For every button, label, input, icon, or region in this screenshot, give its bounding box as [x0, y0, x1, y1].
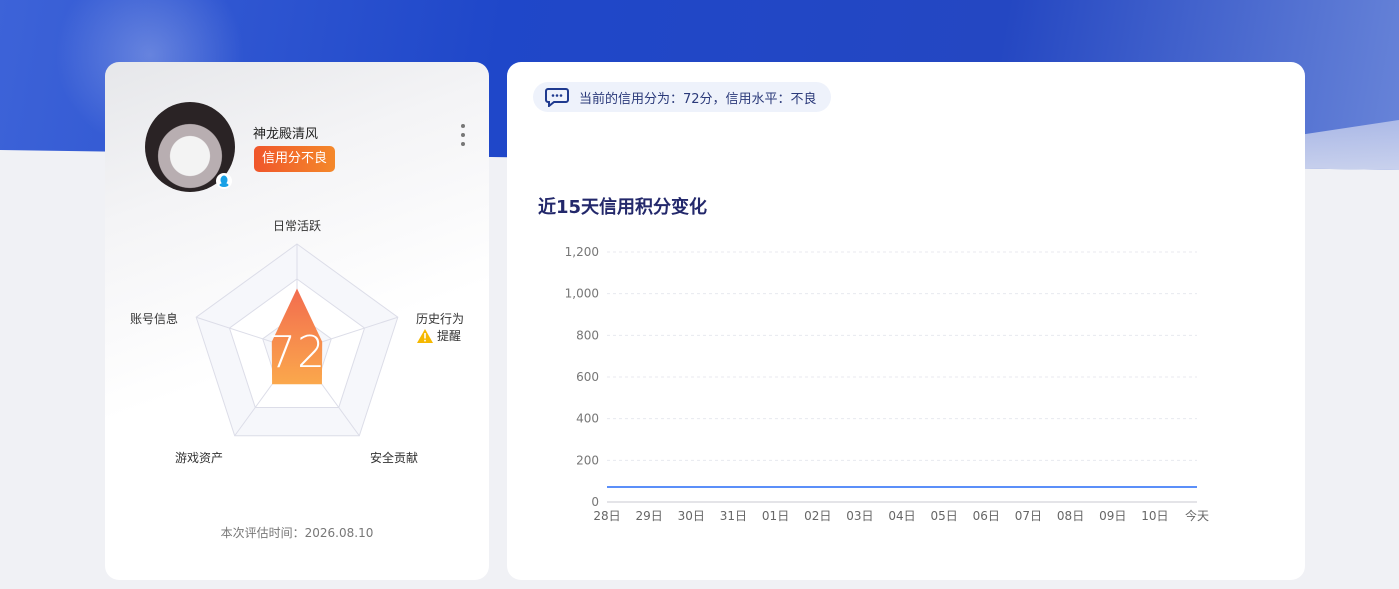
chart-title: 近15天信用积分变化: [538, 197, 708, 218]
radar-label-history: 历史行为: [416, 312, 465, 326]
radar-label-account: 账号信息: [130, 312, 179, 326]
qq-penguin-icon: [216, 173, 232, 189]
y-tick-label: 800: [576, 328, 599, 342]
profile-card: 神龙殿清风 信用分不良 日常活跃 历史行为 提醒 安全贡献 游戏资产 账号信息 …: [105, 62, 489, 580]
y-tick-label: 1,200: [565, 245, 599, 259]
x-tick-label: 07日: [1015, 509, 1042, 523]
y-tick-label: 400: [576, 412, 599, 426]
history-warning[interactable]: 提醒: [417, 327, 461, 344]
radar-label-assets: 游戏资产: [175, 451, 224, 465]
evaluation-label: 本次评估时间：: [220, 526, 305, 540]
x-tick-label: 30日: [678, 509, 705, 523]
credit-line-chart: 0 200 400 600 800 1,000 1,200 28日 29日 30日 31日 01日 02…: [565, 245, 1209, 523]
y-tick-label: 200: [576, 453, 599, 467]
x-tick-label: 05日: [931, 509, 958, 523]
y-tick-label: 1,000: [565, 287, 599, 301]
x-tick-label: 10日: [1141, 509, 1168, 523]
warning-text: 提醒: [437, 329, 462, 343]
credit-chart-card: 当前的信用分为：72分，信用水平：不良 近15天信用积分变化 0 200 400 60…: [507, 62, 1305, 580]
x-tick-label: 28日: [593, 509, 620, 523]
credit-notice: 当前的信用分为：72分，信用水平：不良: [533, 82, 831, 112]
x-tick-label: 今天: [1185, 508, 1209, 523]
credit-status-badge: 信用分不良: [254, 146, 336, 172]
evaluation-date: 2026.08.10: [304, 526, 374, 540]
radar-label-security: 安全贡献: [370, 451, 419, 465]
y-tick-label: 600: [576, 370, 599, 384]
x-tick-label: 06日: [973, 509, 1000, 523]
username: 神龙殿清风: [253, 127, 319, 142]
warning-icon: [417, 328, 433, 343]
radar-label-daily: 日常活跃: [273, 219, 322, 233]
credit-score: 72: [268, 327, 326, 378]
radar-chart: 日常活跃 历史行为 提醒 安全贡献 游戏资产 账号信息 72: [105, 207, 489, 537]
x-tick-label: 02日: [804, 509, 831, 523]
x-tick-label: 04日: [888, 509, 915, 523]
notice-text: 当前的信用分为：72分，信用水平：不良: [579, 91, 817, 107]
more-options-icon[interactable]: [459, 124, 467, 146]
x-tick-label: 08日: [1057, 509, 1084, 523]
x-tick-label: 31日: [720, 509, 747, 523]
x-tick-label: 03日: [846, 509, 873, 523]
evaluation-time: 本次评估时间：2026.08.10: [105, 524, 489, 541]
message-icon: [545, 87, 569, 107]
y-tick-label: 0: [591, 495, 599, 509]
x-tick-label: 01日: [762, 509, 789, 523]
x-tick-label: 29日: [636, 509, 663, 523]
x-tick-label: 09日: [1099, 509, 1126, 523]
